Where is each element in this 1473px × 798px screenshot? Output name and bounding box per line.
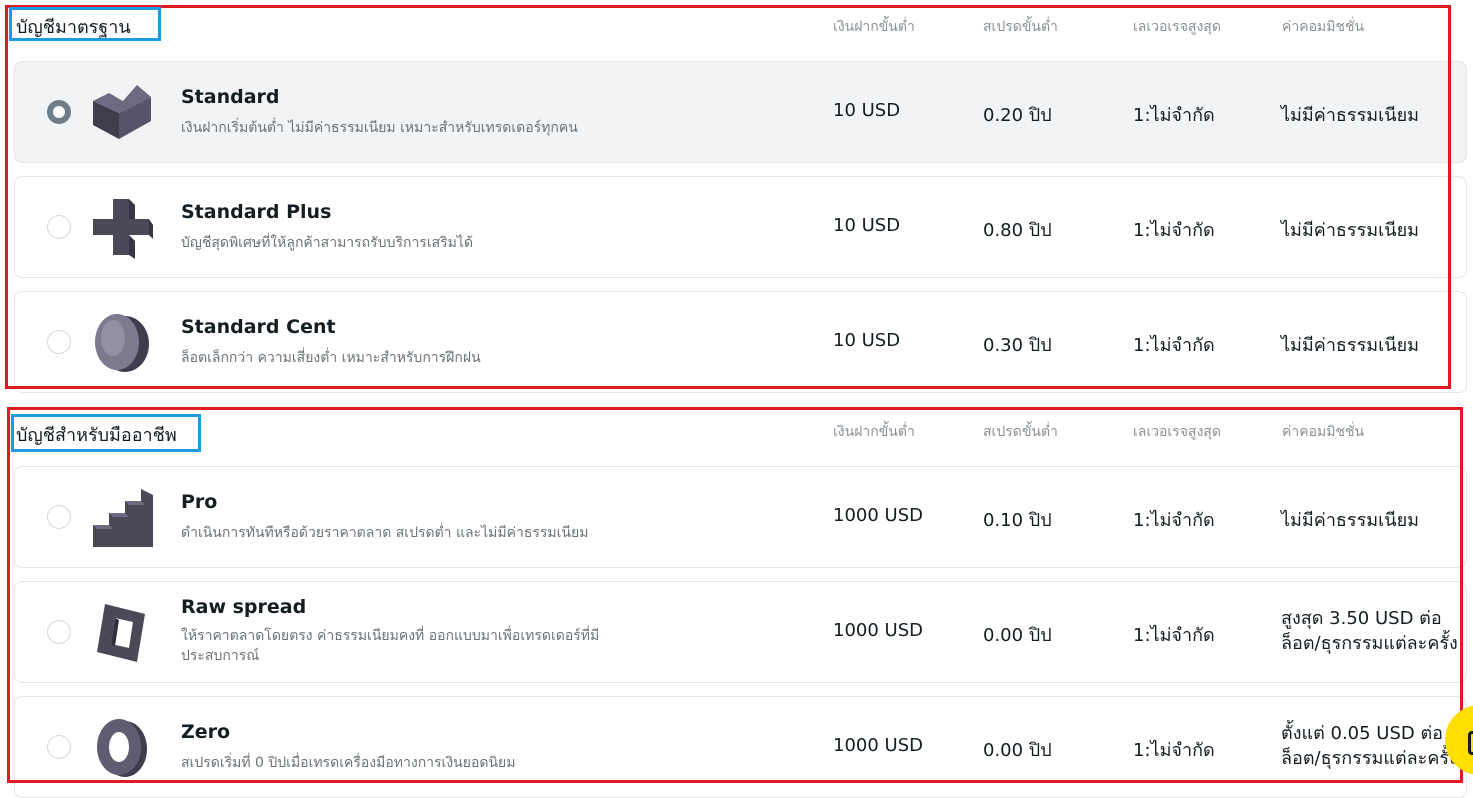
account-card-zero[interactable]: Zero สเปรดเริ่มที่ 0 ปิปเมื่อเทรดเครื่อง… <box>14 696 1467 798</box>
radio-button[interactable] <box>47 505 71 529</box>
chat-icon <box>1468 731 1473 755</box>
account-name: Standard <box>181 86 280 108</box>
leverage-value: 1:ไม่จำกัด <box>1133 510 1215 531</box>
account-name: Zero <box>181 721 231 743</box>
min-deposit-value: 10 USD <box>833 100 901 121</box>
commission-value: ตั้งแต่ 0.05 USD ต่อล็อต/ธุรกรรมแต่ละครั… <box>1281 723 1458 769</box>
account-name: Standard Plus <box>181 201 332 223</box>
spread-value: 0.20 ปิป <box>983 105 1052 126</box>
account-description: บัญชีสุดพิเศษที่ให้ลูกค้าสามารถรับบริการ… <box>181 235 474 251</box>
spread-value: 0.80 ปิป <box>983 220 1052 241</box>
commission-value: ไม่มีค่าธรรมเนียม <box>1281 335 1419 356</box>
radio-button[interactable] <box>47 100 71 124</box>
column-header-max-leverage: เลเวอเรจสูงสุด <box>1133 19 1221 35</box>
leverage-value: 1:ไม่จำกัด <box>1133 105 1215 126</box>
min-deposit-value: 1000 USD <box>833 620 923 641</box>
account-description: ดำเนินการทันทีหรือด้วยราคาตลาด สเปรดต่ำ … <box>181 525 589 541</box>
account-description: ให้ราคาตลาดโดยตรง ค่าธรรมเนียมคงที่ ออกแ… <box>181 628 600 664</box>
account-card-raw-spread[interactable]: Raw spread ให้ราคาตลาดโดยตรง ค่าธรรมเนีย… <box>14 581 1467 683</box>
frame-block-icon <box>97 604 145 662</box>
leverage-value: 1:ไม่จำกัด <box>1133 740 1215 761</box>
column-header-commission: ค่าคอมมิชชั่น <box>1282 424 1365 440</box>
account-description: เงินฝากเริ่มต้นต่ำ ไม่มีค่าธรรมเนียม เหม… <box>181 120 578 136</box>
spread-value: 0.30 ปิป <box>983 335 1052 356</box>
account-description: สเปรดเริ่มที่ 0 ปิปเมื่อเทรดเครื่องมือทา… <box>181 755 516 771</box>
account-card-standard-cent[interactable]: Standard Cent ล็อตเล็กกว่า ความเสี่ยงต่ำ… <box>14 291 1467 393</box>
account-description: ล็อตเล็กกว่า ความเสี่ยงต่ำ เหมาะสำหรับกา… <box>181 350 481 366</box>
chevron-block-icon <box>93 85 151 139</box>
commission-value: ไม่มีค่าธรรมเนียม <box>1281 220 1419 241</box>
commission-value: ไม่มีค่าธรรมเนียม <box>1281 105 1419 126</box>
min-deposit-value: 1000 USD <box>833 735 923 756</box>
account-name: Pro <box>181 491 218 513</box>
spread-value: 0.10 ปิป <box>983 510 1052 531</box>
column-header-min-spread: สเปรดขั้นต่ำ <box>983 424 1058 440</box>
radio-button[interactable] <box>47 735 71 759</box>
account-card-standard-plus[interactable]: Standard Plus บัญชีสุดพิเศษที่ให้ลูกค้าส… <box>14 176 1467 278</box>
stairs-block-icon <box>93 489 153 547</box>
leverage-value: 1:ไม่จำกัด <box>1133 625 1215 646</box>
radio-button[interactable] <box>47 215 71 239</box>
min-deposit-value: 10 USD <box>833 215 901 236</box>
commission-value: ไม่มีค่าธรรมเนียม <box>1281 510 1419 531</box>
ring-block-icon <box>97 719 147 777</box>
column-header-min-deposit: เงินฝากขั้นต่ำ <box>833 19 915 35</box>
account-name: Raw spread <box>181 596 307 618</box>
account-card-pro[interactable]: Pro ดำเนินการทันทีหรือด้วยราคาตลาด สเปรด… <box>14 466 1467 568</box>
column-header-min-deposit: เงินฝากขั้นต่ำ <box>833 424 915 440</box>
min-deposit-value: 1000 USD <box>833 505 923 526</box>
column-header-min-spread: สเปรดขั้นต่ำ <box>983 19 1058 35</box>
radio-button[interactable] <box>47 330 71 354</box>
spread-value: 0.00 ปิป <box>983 740 1052 761</box>
radio-button[interactable] <box>47 620 71 644</box>
section-title-professional: บัญชีสำหรับมืออาชีพ <box>16 425 177 446</box>
column-header-max-leverage: เลเวอเรจสูงสุด <box>1133 424 1221 440</box>
cross-block-icon <box>93 199 153 259</box>
account-card-standard[interactable]: Standard เงินฝากเริ่มต้นต่ำ ไม่มีค่าธรรม… <box>14 61 1467 163</box>
min-deposit-value: 10 USD <box>833 330 901 351</box>
account-name: Standard Cent <box>181 316 336 338</box>
commission-value: สูงสุด 3.50 USD ต่อล็อต/ธุรกรรมแต่ละครั้… <box>1281 608 1458 654</box>
section-title-standard: บัญชีมาตรฐาน <box>16 17 131 38</box>
disc-block-icon <box>95 314 149 372</box>
column-header-commission: ค่าคอมมิชชั่น <box>1282 19 1365 35</box>
leverage-value: 1:ไม่จำกัด <box>1133 220 1215 241</box>
spread-value: 0.00 ปิป <box>983 625 1052 646</box>
leverage-value: 1:ไม่จำกัด <box>1133 335 1215 356</box>
